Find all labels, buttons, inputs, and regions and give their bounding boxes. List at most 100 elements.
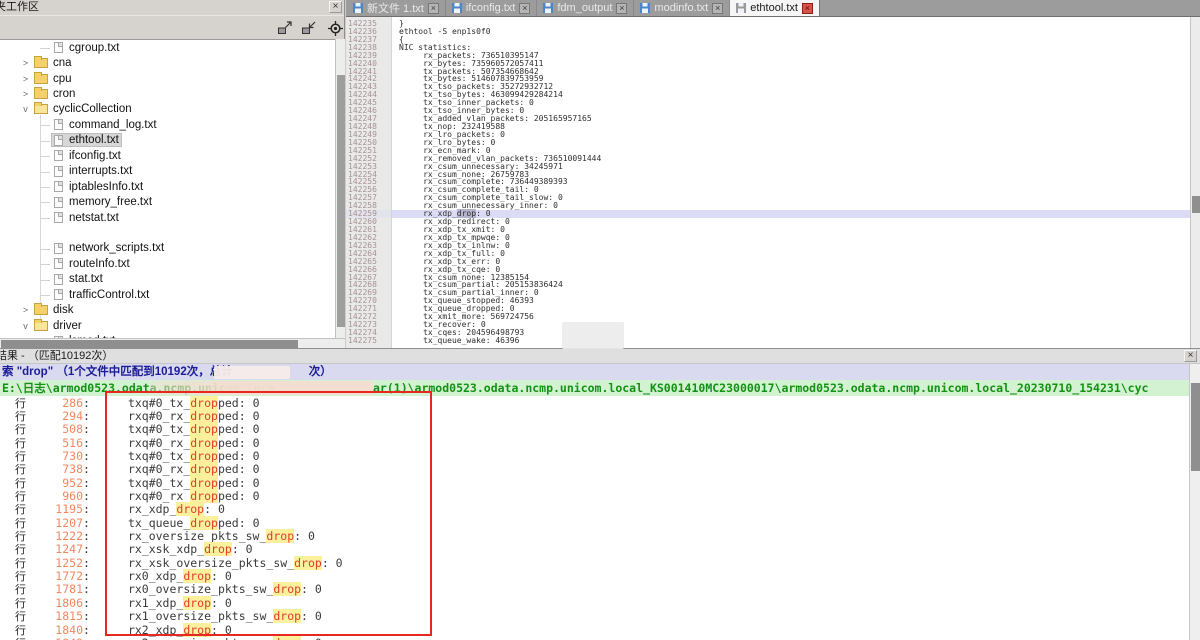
file-icon [54, 197, 63, 208]
row-match-text: rxq#0_rx_dropped: 0 [128, 436, 260, 450]
editor-vertical-scrollbar[interactable] [1190, 17, 1200, 348]
scrollbar-thumb[interactable] [1, 340, 298, 348]
result-row-line-1815[interactable]: 行1815:rx1_oversize_pkts_sw_drop: 0 [0, 610, 1200, 623]
tree-item-label-wrap: cpu [32, 73, 74, 85]
result-row-line-294[interactable]: 行294:rxq#0_rx_dropped: 0 [0, 409, 1200, 422]
tree-item-stat-txt[interactable]: stat.txt [0, 272, 335, 287]
result-row-line-738[interactable]: 行738:rxq#0_rx_dropped: 0 [0, 463, 1200, 476]
result-row-line-1849[interactable]: 行1849:rx2_oversize_pkts_sw_drop: 0 [0, 636, 1200, 640]
search-hit-highlight: drop [273, 609, 301, 623]
result-row-line-286[interactable]: 行286:txq#0_tx_dropped: 0 [0, 396, 1200, 409]
tree-item-netstat-txt[interactable]: netstat.txt [0, 210, 335, 225]
scrollbar-thumb[interactable] [337, 75, 345, 327]
tab-close-icon[interactable]: × [712, 3, 723, 14]
row-line-number: 1840 [29, 623, 83, 637]
result-row-line-1806[interactable]: 行1806:rx1_xdp_drop: 0 [0, 596, 1200, 609]
result-row-line-1195[interactable]: 行1195:rx_xdp_drop: 0 [0, 503, 1200, 516]
row-line-number: 1252 [29, 556, 83, 570]
tree-item-trafficcontrol-txt[interactable]: trafficControl.txt [0, 287, 335, 302]
row-line-number: 1222 [29, 529, 83, 543]
workspace-titlebar: 夹工作区 × [0, 0, 344, 16]
editor-line: 142236ethtool -S enp1s0f0 [346, 28, 1190, 36]
row-line-number: 1207 [29, 516, 83, 530]
tab-close-icon[interactable]: × [616, 3, 627, 14]
row-match-text: txq#0_tx_dropped: 0 [128, 449, 260, 463]
tree-item-label: cgroup.txt [69, 42, 120, 54]
tree-item-memory-free-txt[interactable]: memory_free.txt [0, 194, 335, 209]
tree-item-cgroup-txt[interactable]: cgroup.txt [0, 40, 335, 55]
tree-item-ethtool-txt[interactable]: ethtool.txt [0, 133, 335, 148]
tab-close-icon[interactable]: × [519, 3, 530, 14]
row-match-text: rx_xdp_drop: 0 [128, 502, 225, 516]
chevron-right-icon[interactable]: > [20, 74, 31, 84]
search-hit-highlight: drop [176, 502, 204, 516]
scrollbar-thumb[interactable] [1192, 196, 1200, 213]
scrollbar-thumb[interactable] [1191, 383, 1200, 471]
tree-horizontal-scrollbar[interactable] [0, 338, 345, 348]
row-line-number: 286 [29, 396, 83, 410]
tab-bar: 新文件 1.txt×ifconfig.txt×fdm_output×modinf… [346, 0, 1200, 17]
results-close-icon[interactable]: × [1184, 350, 1197, 362]
result-row-line-516[interactable]: 行516:rxq#0_rx_dropped: 0 [0, 436, 1200, 449]
result-row-line-952[interactable]: 行952:txq#0_tx_dropped: 0 [0, 476, 1200, 489]
locate-target-icon[interactable] [326, 20, 344, 36]
editor-area[interactable]: 142235}142236ethtool -S enp1s0f0142237{1… [346, 17, 1190, 348]
tab-ethtool-txt[interactable]: ethtool.txt× [730, 0, 820, 16]
folder-icon [34, 74, 48, 84]
result-row-line-1840[interactable]: 行1840:rx2_xdp_drop: 0 [0, 623, 1200, 636]
tree-item-command-log-txt[interactable]: command_log.txt [0, 117, 335, 132]
result-row-line-1772[interactable]: 行1772:rx0_xdp_drop: 0 [0, 569, 1200, 582]
result-row-line-1207[interactable]: 行1207:tx_queue_dropped: 0 [0, 516, 1200, 529]
line-number: 142275 [346, 337, 392, 345]
chevron-right-icon[interactable]: > [20, 89, 31, 99]
result-row-line-960[interactable]: 行960:rxq#0_rx_dropped: 0 [0, 489, 1200, 502]
search-hit-highlight: drop [190, 422, 218, 436]
search-hit-highlight: drop [183, 623, 211, 637]
tree-item-ifconfig-txt[interactable]: ifconfig.txt [0, 148, 335, 163]
tree-item-routeinfo-txt[interactable]: routeInfo.txt [0, 256, 335, 271]
tab-close-icon[interactable]: × [802, 3, 813, 14]
chevron-right-icon[interactable]: > [20, 305, 31, 315]
tree-item-label-wrap: interrupts.txt [52, 165, 134, 177]
row-line-number: 1806 [29, 596, 83, 610]
tree-item-cna[interactable]: >cna [0, 55, 335, 70]
expand-windows-icon[interactable] [276, 20, 294, 36]
chevron-down-icon[interactable]: v [20, 104, 31, 114]
file-icon [54, 212, 63, 223]
collapse-windows-icon[interactable] [300, 20, 318, 36]
chevron-right-icon[interactable]: > [20, 58, 31, 68]
tree-item-label-wrap: cyclicCollection [32, 103, 134, 115]
tree-item-cpu[interactable]: >cpu [0, 71, 335, 86]
result-row-line-1252[interactable]: 行1252:rx_xsk_oversize_pkts_sw_drop: 0 [0, 556, 1200, 569]
result-row-line-1781[interactable]: 行1781:rx0_oversize_pkts_sw_drop: 0 [0, 583, 1200, 596]
tab-close-icon[interactable]: × [428, 3, 439, 14]
tree-item-interrupts-txt[interactable]: interrupts.txt [0, 164, 335, 179]
result-row-line-508[interactable]: 行508:txq#0_tx_dropped: 0 [0, 423, 1200, 436]
tree-item-cycliccollection[interactable]: vcyclicCollection [0, 102, 335, 117]
tree-item-cron[interactable]: >cron [0, 86, 335, 101]
result-row-line-730[interactable]: 行730:txq#0_tx_dropped: 0 [0, 449, 1200, 462]
tree-vertical-scrollbar[interactable] [335, 39, 345, 338]
row-colon: : [83, 582, 90, 596]
results-header-bar: 结果 - （匹配10192次） × [0, 348, 1200, 364]
tab-1-txt[interactable]: 新文件 1.txt× [347, 0, 446, 16]
workspace-close-icon[interactable]: × [329, 1, 342, 13]
tree-item-network-scripts-txt[interactable]: network_scripts.txt [0, 241, 335, 256]
tree-item-label: trafficControl.txt [69, 289, 149, 301]
row-colon: : [83, 489, 90, 503]
tree-item-label-wrap: iptablesInfo.txt [52, 181, 145, 193]
tab-fdm-output[interactable]: fdm_output× [537, 0, 634, 16]
results-vertical-scrollbar[interactable] [1189, 364, 1200, 640]
redaction-blur-patch [562, 322, 624, 349]
tab-label: modinfo.txt [654, 2, 708, 14]
save-floppy-icon [640, 3, 650, 13]
chevron-down-icon[interactable]: v [20, 321, 31, 331]
tree-item-driver[interactable]: vdriver [0, 318, 335, 333]
tree-item-disk[interactable]: >disk [0, 302, 335, 317]
tab-ifconfig-txt[interactable]: ifconfig.txt× [446, 0, 538, 16]
result-row-line-1222[interactable]: 行1222:rx_oversize_pkts_sw_drop: 0 [0, 529, 1200, 542]
tree-item-label-wrap: trafficControl.txt [52, 289, 151, 301]
tree-item-iptablesinfo-txt[interactable]: iptablesInfo.txt [0, 179, 335, 194]
tab-modinfo-txt[interactable]: modinfo.txt × [634, 0, 730, 16]
result-row-line-1247[interactable]: 行1247:rx_xsk_xdp_drop: 0 [0, 543, 1200, 556]
